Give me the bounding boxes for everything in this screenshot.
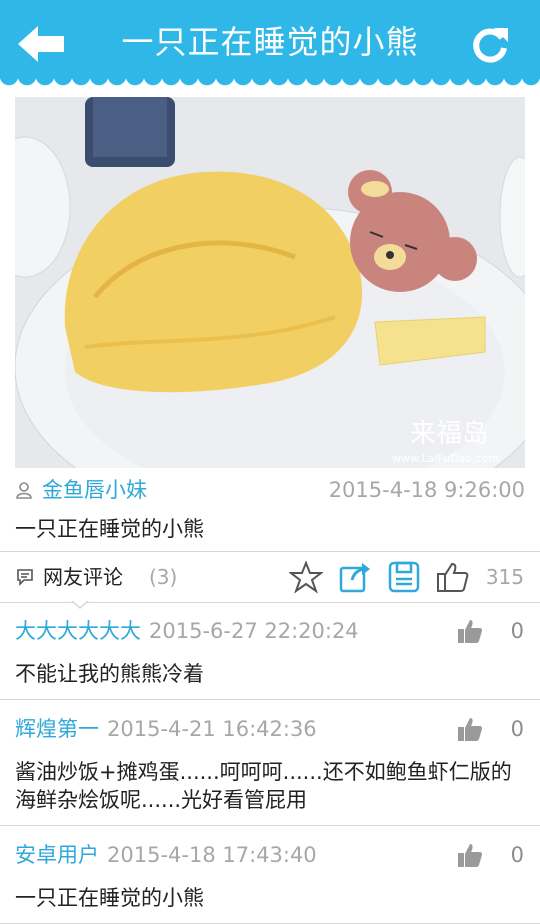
comment-text: 不能让我的熊熊冷着	[15, 662, 204, 686]
star-icon[interactable]	[289, 560, 323, 594]
comment-username[interactable]: 辉煌第一	[15, 717, 99, 741]
action-bar: 网友评论 (3) 315	[0, 551, 540, 603]
save-icon[interactable]	[387, 560, 421, 594]
comment-like-count: 0	[510, 717, 524, 741]
page-title: 一只正在睡觉的小熊	[121, 23, 419, 61]
svg-text:www.LaiFuDao.com: www.LaiFuDao.com	[392, 452, 499, 465]
comment-timestamp: 2015-4-18 17:43:40	[107, 843, 317, 867]
post-photo[interactable]: 来福岛 www.LaiFuDao.com	[15, 97, 525, 468]
refresh-icon	[473, 28, 508, 63]
comment-like-icon[interactable]	[457, 716, 483, 742]
comments-tab[interactable]: 网友评论	[43, 561, 123, 593]
comment-item: 辉煌第一 2015-4-21 16:42:36 0 酱油炒饭+摊鸡蛋......呵…	[0, 700, 540, 826]
comment-username[interactable]: 大大大大大大	[15, 619, 141, 643]
app-header: 一只正在睡觉的小熊	[0, 0, 540, 92]
comment-username[interactable]: 安卓用户	[15, 843, 99, 867]
comment-header: 大大大大大大 2015-6-27 22:20:24 0	[15, 602, 525, 660]
comment-timestamp: 2015-4-21 16:42:36	[107, 717, 317, 741]
comment-item: 大大大大大大 2015-6-27 22:20:24 0 不能让我的熊熊冷着	[0, 602, 540, 700]
author-name[interactable]: 金鱼唇小妹	[42, 474, 147, 506]
comment-like-icon[interactable]	[457, 618, 483, 644]
header-scallop-edge	[0, 78, 540, 92]
svg-text:来福岛: 来福岛	[410, 419, 488, 449]
comment-item: 安卓用户 2015-4-18 17:43:40 0 一只正在睡觉的小熊	[0, 826, 540, 924]
post-timestamp: 2015-4-18 9:26:00	[328, 478, 525, 502]
comment-text: 一只正在睡觉的小熊	[15, 886, 204, 910]
share-icon[interactable]	[338, 560, 372, 594]
comment-header: 安卓用户 2015-4-18 17:43:40 0	[15, 826, 525, 884]
comment-list: 大大大大大大 2015-6-27 22:20:24 0 不能让我的熊熊冷着 辉煌第…	[0, 602, 540, 924]
comment-like-icon[interactable]	[457, 842, 483, 868]
post-caption: 一只正在睡觉的小熊	[15, 517, 204, 541]
comments-count: (3)	[149, 565, 178, 589]
comment-icon	[17, 569, 33, 586]
comment-like-count: 0	[510, 619, 524, 643]
comment-like-count: 0	[510, 843, 524, 867]
comment-timestamp: 2015-6-27 22:20:24	[149, 619, 359, 643]
omelette-bear-illustration: 来福岛 www.LaiFuDao.com	[15, 97, 525, 468]
user-icon	[16, 482, 32, 499]
likes-count: 315	[485, 565, 524, 589]
comment-header: 辉煌第一 2015-4-21 16:42:36 0	[15, 700, 525, 758]
comment-text: 酱油炒饭+摊鸡蛋......呵呵呵......还不如鲍鱼虾仁版的海鲜杂烩饭呢..…	[15, 760, 512, 812]
refresh-button[interactable]	[468, 22, 512, 66]
thumbs-up-icon[interactable]	[436, 560, 470, 594]
post-meta: 金鱼唇小妹 2015-4-18 9:26:00	[15, 474, 525, 506]
